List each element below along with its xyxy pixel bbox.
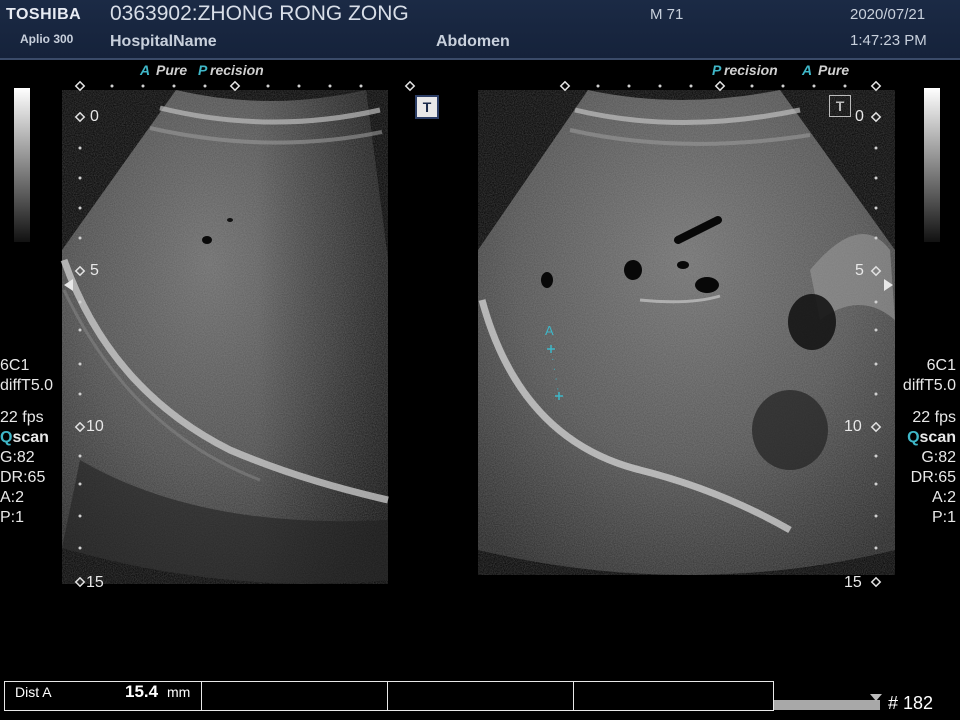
label-pure-left: Pure [156,62,188,78]
grayscale-bar-right [924,88,940,242]
a-right: A:2 [931,489,956,506]
cine-marker-icon [870,694,882,701]
filter-right: diffT5.0 [902,377,956,394]
depth-10-left: 10 [86,418,104,435]
measurement-unit: mm [167,684,191,700]
frame-number: # 182 [888,693,934,713]
left-parameters: 6C1 diffT5.0 22 fps Qscan G:82 DR:65 A:2… [0,356,53,528]
patient-id: 0363902:ZHONG RONG ZONG [110,2,409,25]
depth-5-left: 5 [90,262,99,279]
a-left: A:2 [0,489,25,506]
transducer-left: 6C1 [0,357,30,374]
right-sector [478,90,895,575]
hospital-name: HospitalName [110,33,217,50]
measurement-cell-dist-a[interactable]: Dist A 15.4 mm [5,682,202,710]
measurement-cell-empty [573,682,772,710]
depth-15-left: 15 [86,574,104,591]
grayscale-bar-left [14,88,30,242]
transducer-right: 6C1 [926,357,956,374]
sex-age: M 71 [650,6,684,23]
measurement-cell-empty [201,682,388,710]
model-name: Aplio 300 [20,32,74,46]
label-precision-left: recision [210,62,264,78]
label-precision-right: recision [724,62,778,78]
depth-15-right: 15 [844,574,862,591]
t-icon-left[interactable]: T [415,95,439,119]
fps-right: 22 fps [912,409,956,426]
qscan-left: Qscan [0,429,49,446]
depth-0-left: 0 [90,108,99,125]
p-left: P:1 [0,509,25,526]
ultrasound-image-area: A Pure P recision P recision A Pure T T … [0,60,960,680]
p-right: P:1 [931,509,956,526]
qscan-right: Qscan [907,429,956,446]
cine-progress-bar[interactable] [774,700,880,710]
caliper-label: A [545,323,554,338]
dr-left: DR:65 [0,469,46,486]
gain-right: G:82 [921,449,956,466]
measurement-value: 15.4 [125,682,159,701]
depth-10-right: 10 [844,418,862,435]
depth-0-right: 0 [855,108,864,125]
header-bar: TOSHIBA Aplio 300 0363902:ZHONG RONG ZON… [0,0,960,60]
exam-time: 1:47:23 PM [850,32,927,49]
label-p-left: P [198,62,208,78]
label-pure-right: Pure [818,62,850,78]
left-sector [60,90,389,584]
measurement-label: Dist A [15,684,52,700]
label-a-left: A [140,62,151,78]
brand-logo: TOSHIBA [6,6,82,23]
exam-region: Abdomen [436,33,510,50]
filter-left: diffT5.0 [0,377,54,394]
exam-date: 2020/07/21 [850,6,926,23]
measurement-cell-empty [387,682,574,710]
t-icon-right[interactable]: T [829,95,851,117]
label-precision-p-right: P [712,62,722,78]
lateral-scale-dots [110,84,847,88]
gain-left: G:82 [0,449,35,466]
measurement-bar: Dist A 15.4 mm [4,681,774,711]
right-parameters: 6C1 diffT5.0 22 fps Qscan G:82 DR:65 A:2… [903,356,956,528]
depth-5-right: 5 [855,262,864,279]
label-a-right: A [802,62,813,78]
dr-right: DR:65 [910,469,956,486]
ultrasound-dual-view [60,80,895,588]
fps-left: 22 fps [0,409,44,426]
